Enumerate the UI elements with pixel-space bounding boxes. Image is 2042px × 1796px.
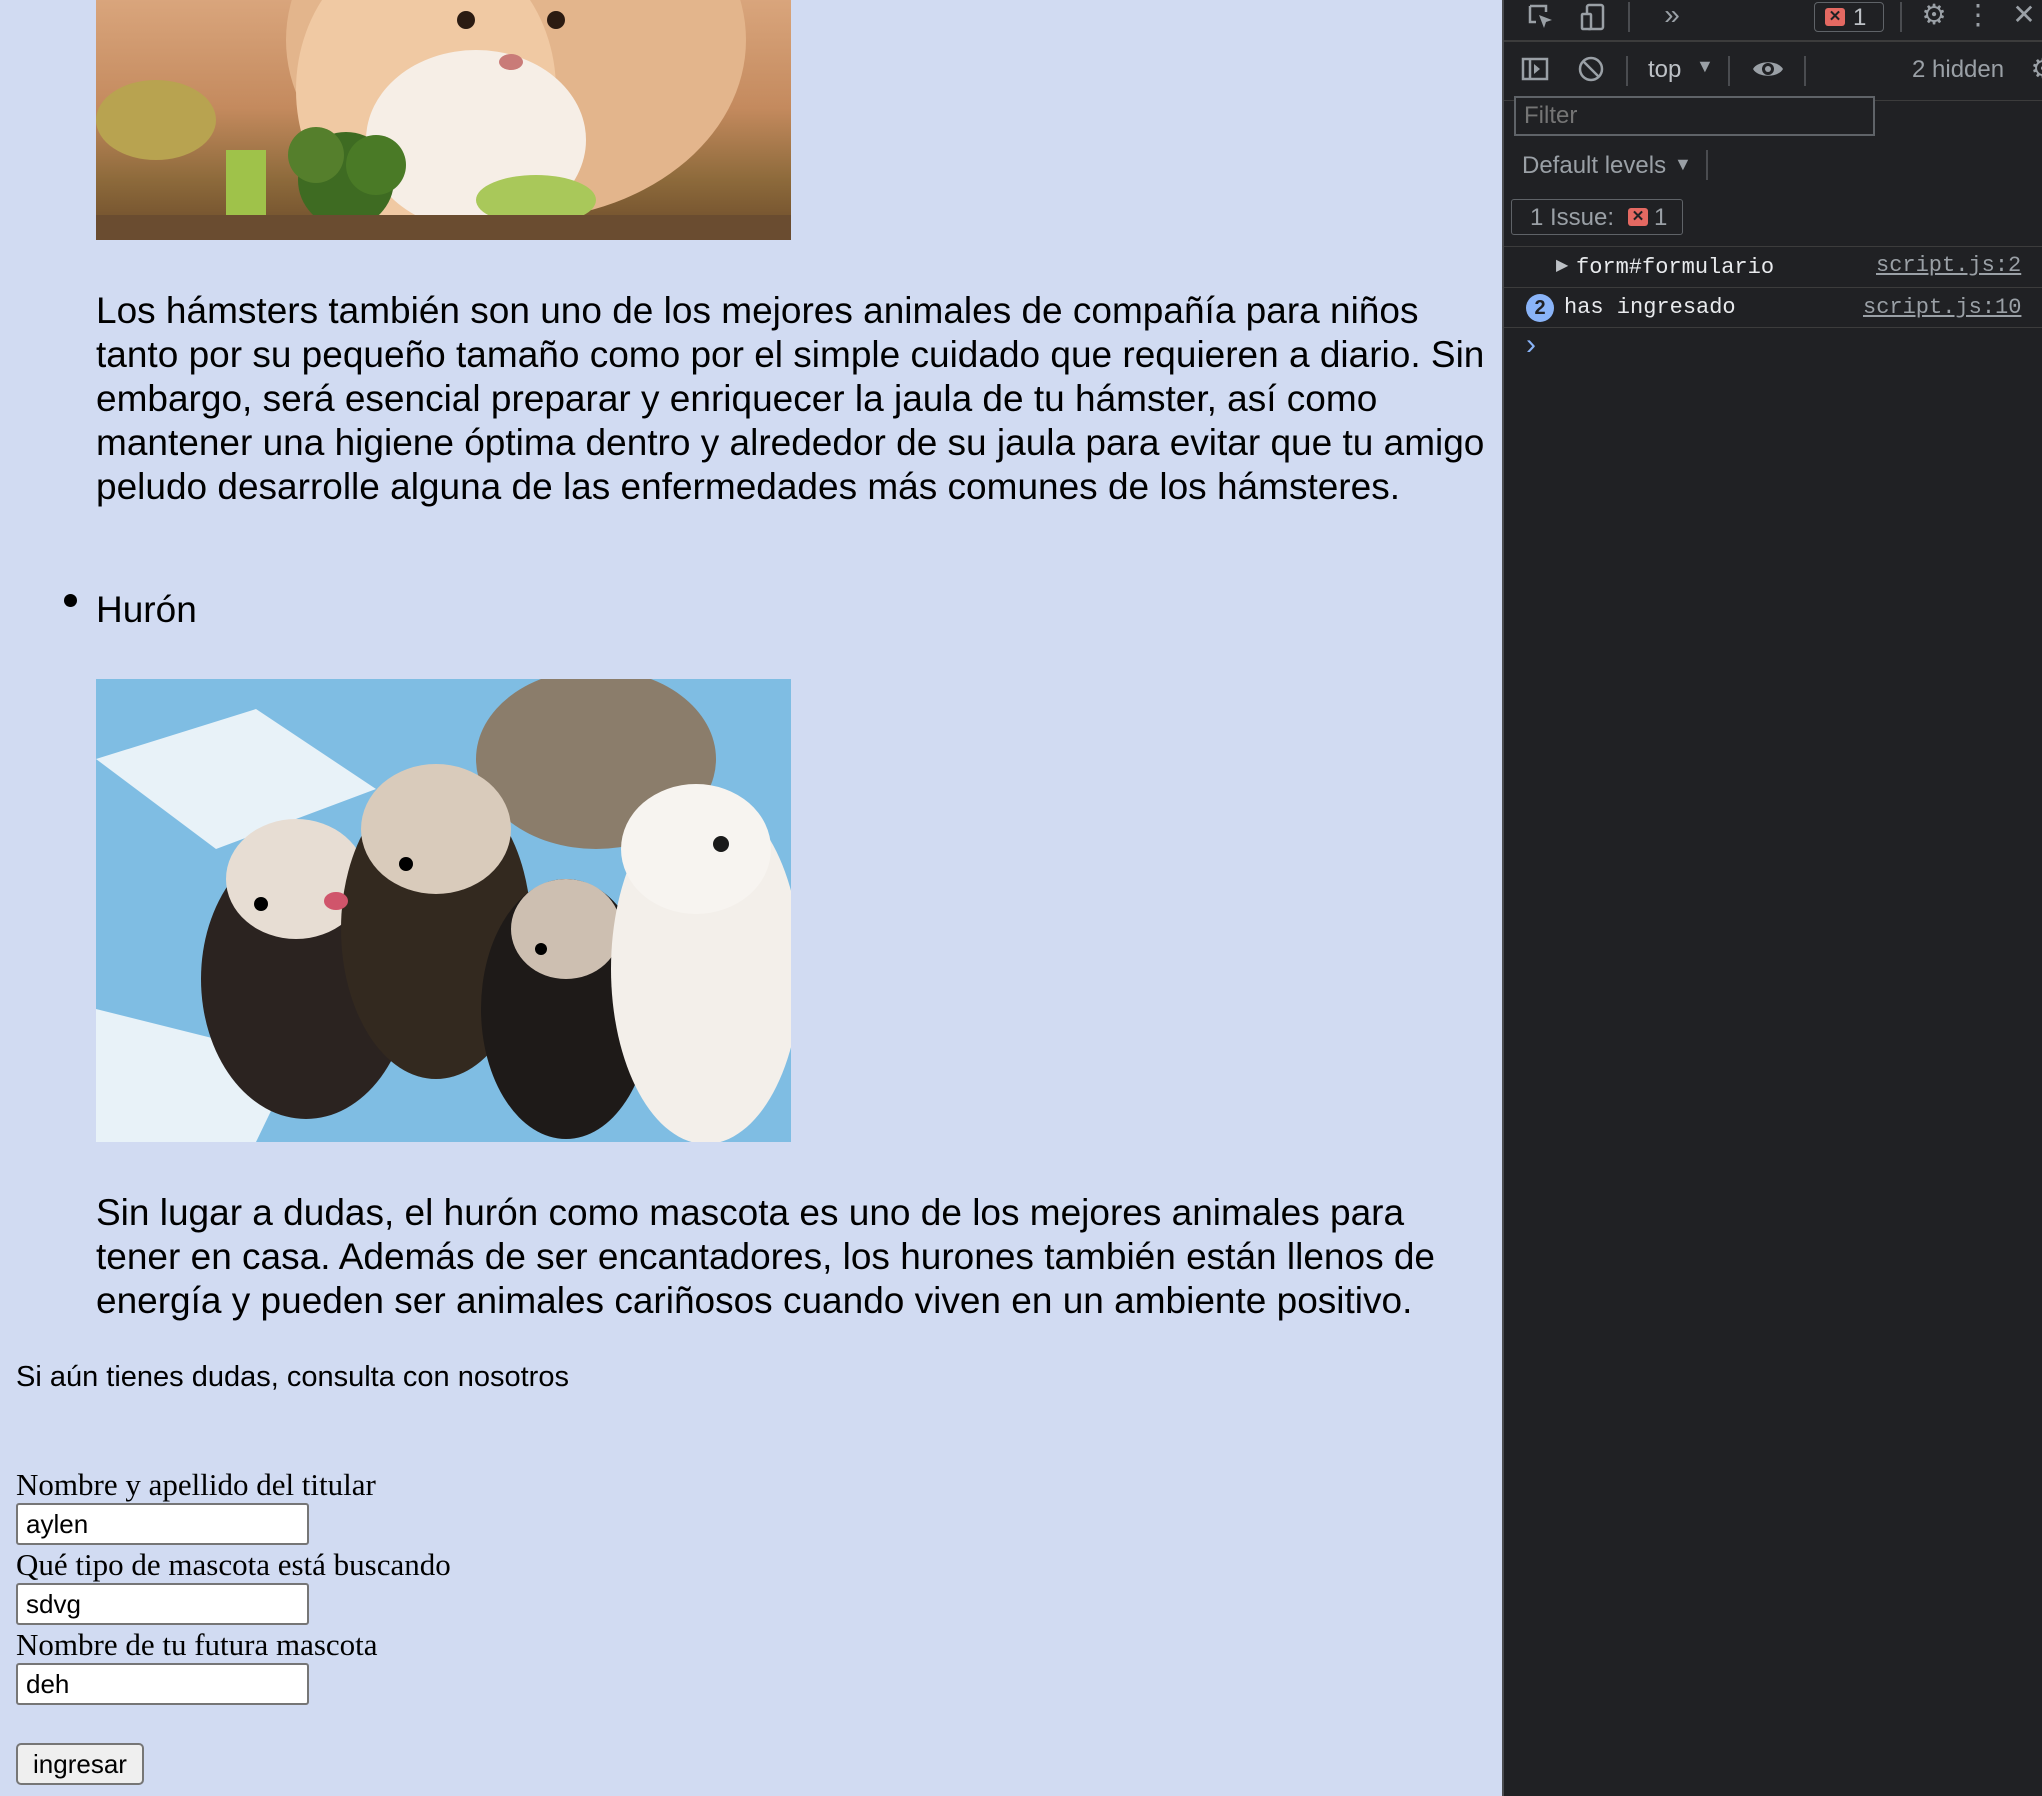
- console-message[interactable]: ▶ form#formulario script.js:2: [1504, 246, 2042, 288]
- separator: [1804, 56, 1806, 86]
- list-bullet: [64, 594, 77, 607]
- inspect-element-icon[interactable]: [1524, 2, 1558, 38]
- close-devtools-icon[interactable]: ✕: [2009, 0, 2039, 30]
- error-icon: ✕: [1628, 208, 1648, 226]
- separator: [1626, 56, 1628, 86]
- owner-name-input[interactable]: [16, 1503, 309, 1545]
- ferret-list-item: Hurón: [96, 589, 197, 630]
- expand-arrow-icon[interactable]: ▶: [1556, 255, 1568, 275]
- repeat-count-badge: 2: [1526, 294, 1554, 322]
- web-page: Los hámsters también son uno de los mejo…: [0, 0, 1502, 1796]
- console-settings-icon[interactable]: ⚙: [2028, 54, 2042, 84]
- live-expression-eye-icon[interactable]: [1748, 54, 1788, 90]
- pet-type-input[interactable]: [16, 1583, 309, 1625]
- source-link[interactable]: script.js:2: [1876, 253, 2021, 278]
- pet-name-label: Nombre de tu futura mascota: [16, 1627, 378, 1662]
- issues-badge[interactable]: 1 Issue: ✕ 1: [1511, 199, 1683, 235]
- separator: [1728, 56, 1730, 86]
- settings-gear-icon[interactable]: ⚙: [1916, 0, 1952, 30]
- devtools-tabbar: » ✕ 1 ⚙ ⋮ ✕: [1504, 0, 2042, 42]
- console-filter-input[interactable]: [1514, 96, 1875, 136]
- context-dropdown-icon[interactable]: ▼: [1696, 56, 1714, 77]
- separator: [1628, 2, 1630, 32]
- console-message[interactable]: 2 has ingresado script.js:10: [1504, 287, 2042, 328]
- pet-type-label: Qué tipo de mascota está buscando: [16, 1547, 451, 1582]
- default-levels-dropdown[interactable]: Default levels: [1522, 152, 1666, 180]
- owner-name-label: Nombre y apellido del titular: [16, 1467, 376, 1502]
- separator: [1706, 150, 1708, 180]
- error-count: 1: [1853, 4, 1867, 31]
- sidebar-toggle-icon[interactable]: [1518, 54, 1552, 90]
- levels-dropdown-icon[interactable]: ▼: [1674, 154, 1692, 175]
- error-icon: ✕: [1825, 8, 1845, 26]
- console-prompt[interactable]: ›: [1526, 328, 1536, 362]
- more-tabs-icon[interactable]: »: [1652, 0, 1692, 30]
- submit-button[interactable]: ingresar: [16, 1743, 144, 1785]
- hidden-messages-count: 2 hidden: [1912, 56, 2005, 83]
- devtools-panel: » ✕ 1 ⚙ ⋮ ✕ top ▼ 2 hidden ⚙ Default lev…: [1502, 0, 2042, 1796]
- issues-count: 1: [1654, 204, 1668, 231]
- console-message-text: has ingresado: [1564, 295, 1736, 320]
- ferret-description: Sin lugar a dudas, el hurón como mascota…: [96, 1192, 1436, 1321]
- clear-console-icon[interactable]: [1574, 54, 1608, 90]
- hamster-image: [96, 0, 791, 240]
- more-options-icon[interactable]: ⋮: [1964, 0, 1992, 30]
- consult-message: Si aún tienes dudas, consulta con nosotr…: [16, 1361, 569, 1393]
- context-selector[interactable]: top: [1648, 56, 1681, 84]
- console-toolbar: top ▼ 2 hidden ⚙: [1504, 42, 2042, 101]
- pet-name-input[interactable]: [16, 1663, 309, 1705]
- source-link[interactable]: script.js:10: [1863, 295, 2021, 320]
- error-count-badge[interactable]: ✕ 1: [1814, 2, 1884, 32]
- hamster-description: Los hámsters también son uno de los mejo…: [96, 290, 1485, 507]
- device-toolbar-icon[interactable]: [1576, 2, 1610, 38]
- issues-label: 1 Issue:: [1530, 204, 1615, 231]
- separator: [1900, 2, 1902, 32]
- ferret-image: [96, 679, 791, 1142]
- console-message-text: form#formulario: [1576, 255, 1775, 280]
